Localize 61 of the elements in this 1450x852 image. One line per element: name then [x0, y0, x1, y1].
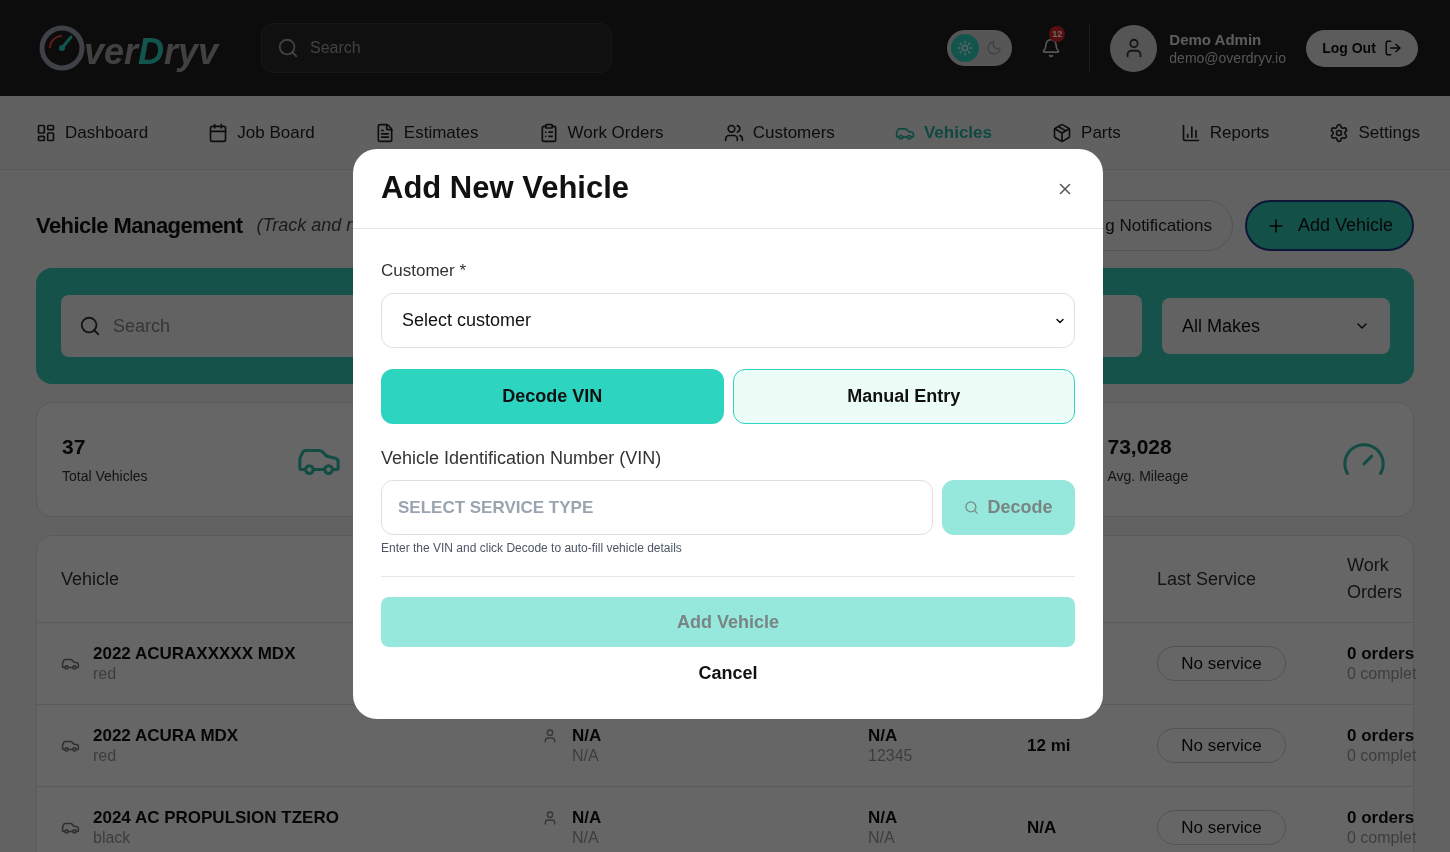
mileage: N/A	[1027, 817, 1057, 837]
vehicle-name: 2022 ACURA MDX	[93, 725, 239, 746]
stat-value: 37	[62, 434, 86, 460]
page-title: Vehicle Management	[36, 212, 243, 240]
orders-count: 0 orders	[1347, 643, 1415, 664]
mode-tab[interactable]: Manual Entry	[732, 369, 1075, 424]
nav-tab[interactable]: Customers	[723, 119, 835, 146]
stat-label: Total Vehicles	[62, 467, 148, 485]
make-select[interactable]: All Makes	[1162, 298, 1390, 354]
bell-icon[interactable]	[1041, 38, 1062, 58]
customer-name: N/A	[572, 807, 602, 828]
customer-label: Customer *	[381, 260, 467, 282]
stat-label: Avg. Mileage	[1107, 467, 1189, 485]
calendar-icon	[208, 122, 229, 143]
logout-button[interactable]: Log Out	[1306, 29, 1418, 67]
box-icon	[1052, 122, 1073, 143]
user-email: demo@overdryv.io	[1169, 48, 1286, 67]
vehicle-name: 2022 ACURAXXXXX MDX	[93, 643, 296, 664]
user-name: Demo Admin	[1169, 29, 1263, 49]
nav-tab[interactable]: Reports	[1180, 119, 1270, 146]
sun-icon	[951, 34, 980, 62]
vehicle-name: 2024 AC PROPULSION TZERO	[93, 807, 339, 828]
gauge-logo-icon	[38, 24, 86, 72]
column-header: Work Orders	[1347, 554, 1403, 604]
column-header: Vehicle	[61, 567, 120, 591]
orders-count: 0 orders	[1347, 725, 1415, 746]
bar-chart-icon	[1180, 122, 1201, 143]
table-cell: N/A	[868, 725, 898, 746]
cancel-button[interactable]: Cancel	[698, 661, 758, 685]
vin-input[interactable]: SELECT SERVICE TYPE	[381, 480, 933, 535]
dialog-title: Add New Vehicle	[381, 169, 630, 208]
users-icon	[723, 122, 744, 143]
search-icon	[79, 315, 101, 337]
grid-icon	[36, 122, 56, 143]
nav-tab[interactable]: Work Orders	[538, 119, 664, 146]
notification-badge: 12	[1049, 26, 1066, 42]
stat-value: 73,028	[1107, 434, 1172, 460]
nav-tab[interactable]: Vehicles	[894, 119, 992, 146]
customer-select[interactable]: Select customer	[381, 293, 1075, 348]
table-cell: N/A	[868, 807, 898, 828]
nav-tab[interactable]: Job Board	[208, 119, 315, 146]
search-icon	[964, 500, 980, 515]
nav-tab[interactable]: Dashboard	[36, 119, 149, 146]
nav-tab[interactable]: Estimates	[374, 119, 479, 146]
mileage: 12 mi	[1027, 735, 1071, 755]
nav-tab[interactable]: Settings	[1329, 119, 1420, 146]
add-vehicle-button[interactable]: Add Vehicle	[1245, 200, 1414, 251]
vin-label: Vehicle Identification Number (VIN)	[381, 447, 662, 470]
search-icon	[277, 37, 299, 59]
vin-hint: Enter the VIN and click Decode to auto-fill vehicle details	[381, 540, 682, 556]
column-header: Last Service	[1157, 567, 1257, 591]
mode-tab[interactable]: Decode VIN	[381, 369, 724, 424]
user-icon	[542, 728, 558, 744]
settings-icon	[1329, 122, 1350, 143]
page-subtitle: (Track and r	[256, 214, 353, 237]
orders-count: 0 orders	[1347, 807, 1415, 828]
logout-icon	[1383, 39, 1402, 57]
user-icon	[542, 810, 558, 826]
theme-toggle[interactable]	[947, 30, 1013, 66]
customer-name: N/A	[572, 725, 602, 746]
nav-tab[interactable]: Parts	[1052, 119, 1121, 146]
